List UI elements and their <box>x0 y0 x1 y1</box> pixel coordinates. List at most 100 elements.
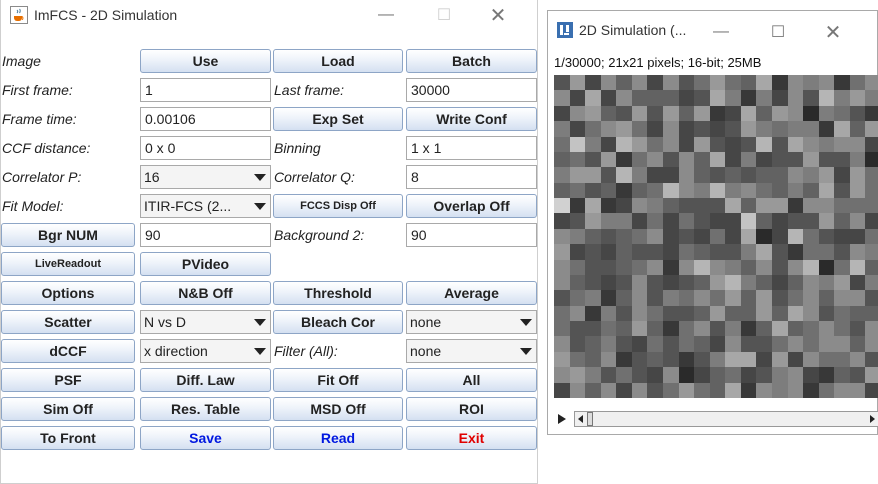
image-pixel <box>709 75 726 91</box>
image-pixel <box>554 121 570 137</box>
livereadout-button[interactable]: LiveReadout <box>1 252 135 276</box>
bgr-num-button[interactable]: Bgr NUM <box>1 223 135 247</box>
image-pixel <box>740 382 757 398</box>
roi-button[interactable]: ROI <box>406 397 537 421</box>
save-button[interactable]: Save <box>140 426 271 450</box>
play-icon[interactable] <box>558 414 566 424</box>
options-button[interactable]: Options <box>1 281 135 305</box>
scatter-button[interactable]: Scatter <box>1 310 135 334</box>
image-pixel <box>849 274 866 291</box>
text-field[interactable]: 1 <box>140 78 271 102</box>
image-pixel <box>694 259 710 275</box>
pvideo-button[interactable]: PVideo <box>140 252 271 276</box>
write-conf-button[interactable]: Write Conf <box>406 107 537 131</box>
simulation-image[interactable] <box>554 75 878 398</box>
minimize-button[interactable]: — <box>702 17 740 47</box>
image-pixel <box>756 290 772 306</box>
image-pixel <box>600 244 617 260</box>
overlap-off-button[interactable]: Overlap Off <box>406 194 537 218</box>
image-pixel <box>600 167 617 183</box>
close-button[interactable]: ✕ <box>479 0 517 30</box>
image-pixel <box>631 121 648 137</box>
image-pixel <box>756 305 772 322</box>
fccs-disp-off-button[interactable]: FCCS Disp Off <box>273 194 403 218</box>
image-pixel <box>600 259 617 275</box>
all-button[interactable]: All <box>406 368 537 392</box>
bleach-cor-button[interactable]: Bleach Cor <box>273 310 403 334</box>
exp-set-button[interactable]: Exp Set <box>273 107 403 131</box>
text-field[interactable]: 30000 <box>406 78 537 102</box>
threshold-button[interactable]: Threshold <box>273 281 403 305</box>
image-titlebar[interactable]: 2D Simulation (... — ☐ ✕ <box>548 11 877 47</box>
image-pixel <box>600 213 617 229</box>
read-button[interactable]: Read <box>273 426 403 450</box>
msd-off-button[interactable]: MSD Off <box>273 397 403 421</box>
image-pixel <box>616 213 632 229</box>
text-field[interactable]: 0 x 0 <box>140 136 271 160</box>
text-field[interactable]: 1 x 1 <box>406 136 537 160</box>
dropdown-arrow-icon[interactable] <box>520 319 532 326</box>
text-field[interactable]: 8 <box>406 165 537 189</box>
exit-button[interactable]: Exit <box>406 426 537 450</box>
image-pixel <box>849 351 866 368</box>
dropdown-select[interactable]: ITIR-FCS (2... <box>140 194 271 218</box>
psf-button[interactable]: PSF <box>1 368 135 392</box>
dropdown-arrow-icon[interactable] <box>254 203 266 210</box>
fit-off-button[interactable]: Fit Off <box>273 368 403 392</box>
image-pixel <box>787 290 804 306</box>
res-table-button[interactable]: Res. Table <box>140 397 271 421</box>
to-front-button[interactable]: To Front <box>1 426 135 450</box>
image-pixel <box>694 336 710 352</box>
image-pixel <box>647 336 663 352</box>
dropdown-arrow-icon[interactable] <box>254 348 266 355</box>
image-pixel <box>678 351 695 368</box>
image-pixel <box>865 336 878 352</box>
image-pixel <box>865 382 878 398</box>
load-button[interactable]: Load <box>273 49 403 73</box>
image-pixel <box>569 105 586 122</box>
dropdown-select[interactable]: x direction <box>140 339 271 363</box>
n-b-off-button[interactable]: N&B Off <box>140 281 271 305</box>
image-pixel <box>585 321 601 337</box>
dropdown-select[interactable]: none <box>406 310 537 334</box>
image-pixel <box>585 382 601 398</box>
image-pixel <box>678 105 695 122</box>
image-pixel <box>662 151 679 168</box>
image-pixel <box>787 151 804 168</box>
maximize-button[interactable]: ☐ <box>759 17 797 47</box>
dropdown-arrow-icon[interactable] <box>254 319 266 326</box>
image-pixel <box>849 305 866 322</box>
image-pixel <box>771 274 788 291</box>
image-pixel <box>616 105 632 122</box>
batch-button[interactable]: Batch <box>406 49 537 73</box>
image-pixel <box>647 228 663 245</box>
text-field[interactable]: 90 <box>406 223 537 247</box>
dropdown-select[interactable]: N vs D <box>140 310 271 334</box>
imfcs-titlebar[interactable]: ImFCS - 2D Simulation — ☐ ✕ <box>1 0 537 36</box>
sim-off-button[interactable]: Sim Off <box>1 397 135 421</box>
minimize-button[interactable]: — <box>367 0 405 30</box>
image-pixel <box>694 305 710 322</box>
scroll-left-icon[interactable] <box>578 415 583 423</box>
text-field[interactable]: 0.00106 <box>140 107 271 131</box>
scroll-track[interactable] <box>574 411 878 427</box>
close-button[interactable]: ✕ <box>814 17 852 47</box>
scroll-right-icon[interactable] <box>870 415 875 423</box>
dropdown-select[interactable]: 16 <box>140 165 271 189</box>
scroll-thumb[interactable] <box>587 412 593 426</box>
image-pixel <box>694 151 710 168</box>
image-pixel <box>569 90 586 106</box>
image-pixel <box>803 274 819 291</box>
dropdown-arrow-icon[interactable] <box>520 348 532 355</box>
dropdown-select[interactable]: none <box>406 339 537 363</box>
dccf-button[interactable]: dCCF <box>1 339 135 363</box>
diff-law-button[interactable]: Diff. Law <box>140 368 271 392</box>
average-button[interactable]: Average <box>406 281 537 305</box>
image-pixel <box>694 274 710 291</box>
maximize-button[interactable]: ☐ <box>425 0 463 30</box>
text-field[interactable]: 90 <box>140 223 271 247</box>
control-row: Frame time: 0.00106 Exp Set Write Conf <box>1 105 539 134</box>
dropdown-arrow-icon[interactable] <box>254 174 266 181</box>
use-button[interactable]: Use <box>140 49 271 73</box>
frame-scrollbar[interactable] <box>554 409 878 431</box>
